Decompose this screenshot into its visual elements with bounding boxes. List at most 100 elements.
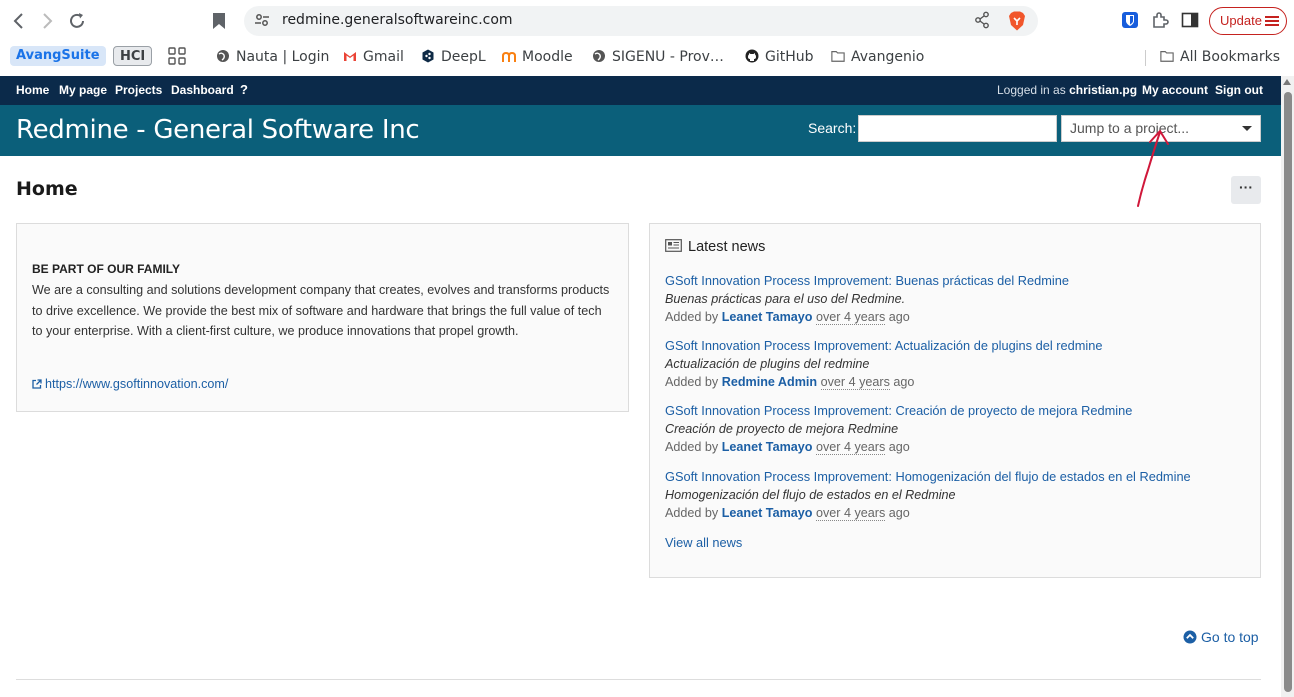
family-description: We are a consulting and solutions develo…	[32, 283, 610, 339]
reload-icon[interactable]	[66, 10, 88, 32]
news-author-link[interactable]: Leanet Tamayo	[722, 506, 813, 520]
bookmark-deepl-label: DeepL	[441, 49, 486, 65]
menu-home[interactable]: Home	[16, 83, 49, 97]
bookmark-deepl[interactable]: DeepL	[421, 46, 486, 68]
bookmark-gmail[interactable]: Gmail	[343, 46, 404, 68]
bookmark-gmail-label: Gmail	[363, 49, 404, 65]
bookmark-avangenio[interactable]: Avangenio	[831, 46, 924, 68]
globe-icon	[593, 50, 605, 62]
menu-dashboard[interactable]: Dashboard	[171, 83, 234, 97]
menu-icon	[1265, 16, 1279, 26]
added-by-label: Added by	[665, 506, 719, 520]
all-bookmarks[interactable]: All Bookmarks	[1160, 46, 1280, 68]
scrollbar-thumb[interactable]	[1284, 92, 1292, 692]
ago-label: ago	[888, 440, 910, 454]
bookmark-page-icon[interactable]	[212, 12, 226, 30]
ago-label: ago	[888, 310, 910, 324]
news-age: over 4 years	[820, 375, 890, 390]
bookmark-sigenu[interactable]: SIGENU - Prov…	[592, 46, 724, 68]
bitwarden-icon[interactable]	[1121, 11, 1139, 29]
folder-icon	[1160, 51, 1174, 62]
news-age: over 4 years	[815, 440, 886, 455]
arrow-up-circle-icon	[1183, 630, 1197, 644]
page-title: Home	[16, 178, 78, 200]
news-author-link[interactable]: Leanet Tamayo	[722, 440, 813, 454]
my-account-link[interactable]: My account	[1142, 83, 1208, 97]
back-icon[interactable]	[8, 10, 30, 32]
more-options-button[interactable]: ···	[1231, 176, 1261, 204]
site-title[interactable]: Redmine - General Software Inc	[16, 115, 420, 145]
bookmark-sigenu-label: SIGENU - Prov…	[612, 49, 724, 65]
bookmarks-bar: AvangSuite HCI Nauta | Login Gmail DeepL…	[0, 42, 1294, 72]
go-to-top-link[interactable]: Go to top	[1183, 629, 1259, 645]
news-author-link[interactable]: Leanet Tamayo	[722, 310, 813, 324]
chevron-down-icon	[1242, 126, 1252, 131]
bookmark-github-label: GitHub	[765, 49, 814, 65]
news-item: GSoft Innovation Process Improvement: Ac…	[665, 337, 1245, 392]
ago-label: ago	[888, 506, 910, 520]
latest-news-heading: Latest news	[665, 239, 765, 255]
added-by-label: Added by	[665, 440, 719, 454]
gmail-icon	[344, 52, 356, 61]
scroll-up-arrow-icon[interactable]	[1283, 79, 1291, 85]
news-item-meta: Added by Leanet Tamayo over 4 years ago	[665, 308, 1245, 327]
globe-icon	[217, 50, 229, 62]
help-icon[interactable]: ?	[240, 82, 248, 97]
folder-icon	[831, 51, 845, 62]
search-label: Search:	[808, 120, 857, 136]
news-item-description: Buenas prácticas para el uso del Redmine…	[665, 292, 906, 306]
family-box: BE PART OF OUR FAMILY We are a consultin…	[16, 223, 629, 412]
news-item-meta: Added by Leanet Tamayo over 4 years ago	[665, 438, 1245, 457]
news-item-meta: Added by Leanet Tamayo over 4 years ago	[665, 504, 1245, 523]
bookmark-github[interactable]: GitHub	[745, 46, 814, 68]
page-scrollbar[interactable]	[1281, 76, 1294, 697]
view-all-news-link[interactable]: View all news	[665, 535, 742, 550]
bookmark-hci[interactable]: HCI	[113, 46, 153, 66]
forward-icon[interactable]	[36, 10, 58, 32]
sign-out-link[interactable]: Sign out	[1215, 83, 1263, 97]
ago-label: ago	[893, 375, 915, 389]
search-input[interactable]	[858, 115, 1057, 142]
share-icon[interactable]	[974, 11, 990, 33]
site-header: Redmine - General Software Inc Search: J…	[0, 105, 1281, 156]
added-by-label: Added by	[665, 310, 719, 324]
news-item-link[interactable]: GSoft Innovation Process Improvement: Bu…	[665, 272, 1245, 290]
annotation-arrow-icon	[1137, 129, 1169, 207]
external-link-icon	[32, 379, 42, 389]
news-item: GSoft Innovation Process Improvement: Bu…	[665, 272, 1245, 327]
moodle-icon	[502, 51, 516, 62]
bookmark-avangenio-label: Avangenio	[851, 49, 925, 65]
news-item-meta: Added by Redmine Admin over 4 years ago	[665, 373, 1245, 392]
update-label: Update	[1220, 13, 1262, 28]
current-user-link[interactable]: christian.pg	[1069, 83, 1137, 97]
bookmark-avangsuite[interactable]: AvangSuite	[10, 46, 106, 66]
site-settings-icon[interactable]	[254, 12, 270, 31]
company-website-link[interactable]: https://www.gsoftinnovation.com/	[32, 377, 228, 391]
bookmark-moodle[interactable]: Moodle	[502, 46, 573, 68]
news-author-link[interactable]: Redmine Admin	[722, 375, 817, 389]
news-item: GSoft Innovation Process Improvement: Cr…	[665, 402, 1245, 457]
footer-divider	[16, 679, 1261, 680]
apps-grid-icon[interactable]	[168, 47, 186, 69]
update-button[interactable]: Update	[1209, 7, 1287, 35]
added-by-label: Added by	[665, 375, 719, 389]
sidebar-toggle-icon[interactable]	[1181, 11, 1199, 29]
menu-projects[interactable]: Projects	[115, 83, 162, 97]
news-item-link[interactable]: GSoft Innovation Process Improvement: Ho…	[665, 468, 1245, 486]
url-text[interactable]: redmine.generalsoftwareinc.com	[282, 12, 513, 28]
bookmark-moodle-label: Moodle	[522, 49, 573, 65]
address-bar[interactable]: redmine.generalsoftwareinc.com	[244, 6, 1038, 36]
brave-shields-icon[interactable]	[1008, 11, 1026, 31]
latest-news-box: Latest news GSoft Innovation Process Imp…	[649, 223, 1261, 578]
news-item: GSoft Innovation Process Improvement: Ho…	[665, 468, 1245, 523]
top-menu: Home My page Projects Dashboard ? Logged…	[0, 76, 1281, 105]
news-item-link[interactable]: GSoft Innovation Process Improvement: Ac…	[665, 337, 1245, 355]
family-heading: BE PART OF OUR FAMILY	[32, 262, 181, 276]
menu-my-page[interactable]: My page	[59, 83, 107, 97]
news-item-description: Homogenización del flujo de estados en e…	[665, 488, 956, 502]
extensions-icon[interactable]	[1151, 11, 1169, 29]
news-age: over 4 years	[815, 310, 886, 325]
bookmark-nauta[interactable]: Nauta | Login	[216, 46, 329, 68]
news-item-description: Actualización de plugins del redmine	[665, 357, 870, 371]
news-item-link[interactable]: GSoft Innovation Process Improvement: Cr…	[665, 402, 1245, 420]
